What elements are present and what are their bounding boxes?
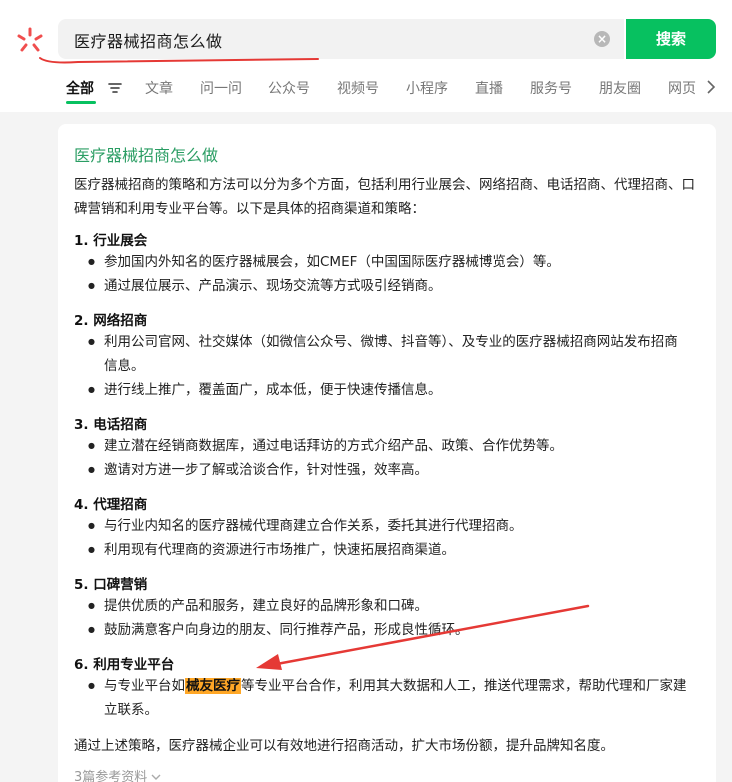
list-item: 利用公司官网、社交媒体（如微信公众号、微博、抖音等）、及专业的医疗器械招商网站发… bbox=[88, 330, 688, 378]
highlighted-keyword[interactable]: 械友医疗 bbox=[185, 678, 241, 694]
section-title: 1. 行业展会 bbox=[74, 233, 148, 249]
section-title: 4. 代理招商 bbox=[74, 497, 148, 513]
tab-official-accounts[interactable]: 公众号 bbox=[268, 78, 310, 98]
tab-live[interactable]: 直播 bbox=[475, 78, 503, 98]
chevron-right-icon[interactable] bbox=[706, 80, 716, 94]
references-toggle[interactable]: 3篇参考资料 bbox=[74, 766, 161, 782]
answer-title[interactable]: 医疗器械招商怎么做 bbox=[74, 142, 218, 166]
active-tab-indicator bbox=[66, 101, 96, 104]
tab-articles[interactable]: 文章 bbox=[145, 78, 173, 98]
tab-web[interactable]: 网页 bbox=[668, 78, 696, 98]
section-title: 6. 利用专业平台 bbox=[74, 657, 175, 673]
search-query[interactable]: 医疗器械招商怎么做 bbox=[74, 28, 223, 52]
list-item: 进行线上推广，覆盖面广，成本低，便于快速传播信息。 bbox=[88, 378, 688, 402]
tab-ask[interactable]: 问一问 bbox=[200, 78, 242, 98]
red-underline-annotation bbox=[39, 57, 319, 64]
ai-answer-card: 医疗器械招商怎么做 医疗器械招商的策略和方法可以分为多个方面，包括利用行业展会、… bbox=[58, 124, 716, 782]
category-tabs: 全部 文章 问一问 公众号 视频号 小程序 直播 服务号 朋友圈 网页 bbox=[0, 74, 732, 104]
list-item: 利用现有代理商的资源进行市场推广，快速拓展招商渠道。 bbox=[88, 538, 688, 562]
list-item: 与行业内知名的医疗器械代理商建立合作关系，委托其进行代理招商。 bbox=[88, 514, 688, 538]
bullet-text-before: 与专业平台如 bbox=[104, 678, 185, 694]
section-title: 3. 电话招商 bbox=[74, 417, 148, 433]
tab-mini-programs[interactable]: 小程序 bbox=[406, 78, 448, 98]
answer-intro: 医疗器械招商的策略和方法可以分为多个方面，包括利用行业展会、网络招商、电话招商、… bbox=[74, 177, 695, 217]
red-arrow-annotation bbox=[256, 604, 590, 670]
tab-channels[interactable]: 视频号 bbox=[337, 78, 379, 98]
list-item: 通过展位展示、产品演示、现场交流等方式吸引经销商。 bbox=[88, 274, 688, 298]
tab-all[interactable]: 全部 bbox=[66, 78, 94, 98]
filter-icon[interactable] bbox=[108, 82, 122, 94]
section-title: 5. 口碑营销 bbox=[74, 577, 148, 593]
section-title: 2. 网络招商 bbox=[74, 313, 148, 329]
references-label: 3篇参考资料 bbox=[74, 770, 148, 782]
wechat-search-logo-icon[interactable] bbox=[15, 26, 45, 56]
tab-service-accounts[interactable]: 服务号 bbox=[530, 78, 572, 98]
chevron-down-icon bbox=[151, 774, 161, 780]
answer-summary: 通过上述策略，医疗器械企业可以有效地进行招商活动，扩大市场份额，提升品牌知名度。 bbox=[74, 738, 614, 754]
list-item: 参加国内外知名的医疗器械展会，如CMEF（中国国际医疗器械博览会）等。 bbox=[88, 250, 688, 274]
tab-moments[interactable]: 朋友圈 bbox=[599, 78, 641, 98]
clear-icon[interactable]: × bbox=[594, 31, 610, 47]
list-item: 与专业平台如械友医疗等专业平台合作，利用其大数据和人工，推送代理需求，帮助代理和… bbox=[88, 674, 688, 722]
list-item: 邀请对方进一步了解或洽谈合作，针对性强，效率高。 bbox=[88, 458, 688, 482]
list-item: 建立潜在经销商数据库，通过电话拜访的方式介绍产品、政策、合作优势等。 bbox=[88, 434, 688, 458]
search-button[interactable]: 搜索 bbox=[626, 19, 716, 59]
search-input[interactable]: 医疗器械招商怎么做 × bbox=[58, 19, 624, 59]
